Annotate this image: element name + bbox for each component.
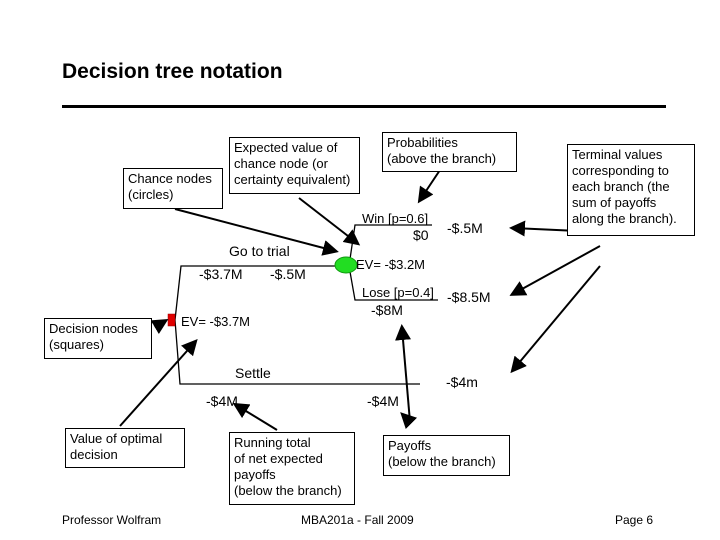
callout-line: chance node (or xyxy=(234,156,328,171)
callout-line: Decision nodes xyxy=(49,321,138,336)
terminal-win: -$.5M xyxy=(447,220,483,236)
arrow-decision-nodes xyxy=(150,318,169,335)
callout-line: Terminal values xyxy=(572,147,663,162)
footer-course: MBA201a - Fall 2009 xyxy=(301,513,414,527)
arrow-probabilities xyxy=(417,169,441,204)
callout-line: Payoffs xyxy=(388,438,432,453)
callout-line: (below the branch) xyxy=(234,483,342,498)
callout-line: (squares) xyxy=(49,337,104,352)
callout-line: (above the branch) xyxy=(387,151,497,166)
terminal-settle: -$4m xyxy=(446,374,478,390)
callout-chance-nodes: Chance nodes (circles) xyxy=(123,168,223,209)
chance-node xyxy=(334,256,358,274)
callout-terminal-values: Terminal values corresponding to each br… xyxy=(567,144,695,236)
callout-line: of net expected xyxy=(234,451,323,466)
callout-line: Value of optimal xyxy=(70,431,163,446)
terminal-lose: -$8.5M xyxy=(447,289,491,305)
payoff-go-to-trial: -$.5M xyxy=(270,266,306,282)
callout-line: along the branch). xyxy=(572,211,677,226)
callout-expected-value: Expected value of chance node (or certai… xyxy=(229,137,360,194)
callout-line: sum of payoffs xyxy=(572,195,657,210)
callout-line: Running total xyxy=(234,435,311,450)
callout-line: corresponding to xyxy=(572,163,669,178)
decision-node xyxy=(167,313,176,327)
callout-decision-nodes: Decision nodes (squares) xyxy=(44,318,152,359)
arrow-terminal-2 xyxy=(509,245,601,296)
callout-line: decision xyxy=(70,447,118,462)
payoff-win: $0 xyxy=(413,227,429,243)
branch-label-lose: Lose [p=0.4] xyxy=(362,285,434,300)
payoff-lose: -$8M xyxy=(371,302,403,318)
footer-page: Page 6 xyxy=(615,513,654,527)
decision-node-ev: EV= -$3.7M xyxy=(181,314,251,329)
callout-optimal-value: Value of optimal decision xyxy=(65,428,185,468)
chance-node-ev: EV= -$3.2M xyxy=(356,257,426,272)
branch-label-win: Win [p=0.6] xyxy=(362,211,429,226)
callout-line: Probabilities xyxy=(387,135,458,150)
callout-line: Expected value of xyxy=(234,140,338,155)
branch-label-go-to-trial: Go to trial xyxy=(229,243,290,259)
running-total-settle: -$4M xyxy=(206,393,238,409)
callout-payoffs: Payoffs (below the branch) xyxy=(383,435,510,476)
arrow-terminal-3 xyxy=(510,265,601,374)
arrow-expected-value xyxy=(298,197,361,246)
footer-author: Professor Wolfram xyxy=(62,513,162,527)
callout-line: each branch (the xyxy=(572,179,670,194)
callout-line: Chance nodes xyxy=(128,171,212,186)
callout-line: (below the branch) xyxy=(388,454,496,469)
callout-probabilities: Probabilities (above the branch) xyxy=(382,132,517,172)
callout-line: payoffs xyxy=(234,467,276,482)
branch-settle xyxy=(174,319,420,385)
callout-line: (circles) xyxy=(128,187,174,202)
callout-running-total: Running total of net expected payoffs (b… xyxy=(229,432,355,505)
arrow-running-total xyxy=(232,402,278,431)
branch-label-settle: Settle xyxy=(235,365,271,381)
payoff-settle: -$4M xyxy=(367,393,399,409)
arrow-payoffs-1 xyxy=(395,324,411,423)
running-total-go-to-trial: -$3.7M xyxy=(199,266,243,282)
callout-line: certainty equivalent) xyxy=(234,172,351,187)
